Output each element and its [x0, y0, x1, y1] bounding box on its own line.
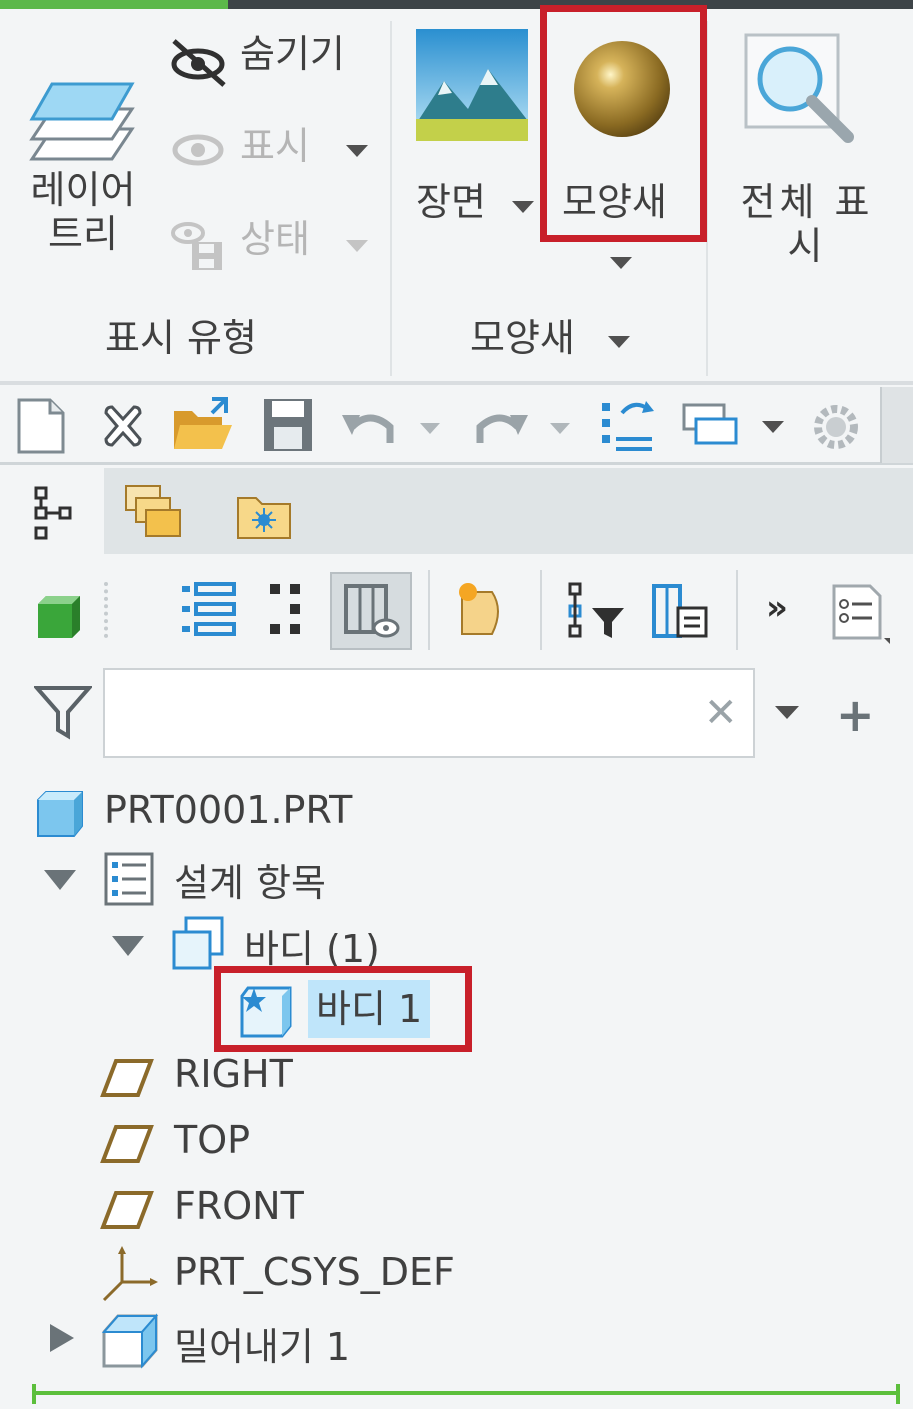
- expand-arrow-icon[interactable]: [112, 936, 144, 956]
- model-tree: PRT0001.PRT 설계 항목 바디 (1) 바디 1 RIGHT TOP …: [0, 770, 913, 1380]
- chevron-down-icon[interactable]: [762, 421, 784, 433]
- chevron-down-icon[interactable]: [346, 240, 368, 252]
- clear-search-icon[interactable]: ✕: [704, 690, 738, 736]
- show-label: 표시: [240, 124, 310, 168]
- tree-columns-icon[interactable]: [652, 584, 708, 640]
- tree-view-icon[interactable]: [268, 582, 304, 638]
- toolbar-separator: [736, 570, 738, 650]
- appearance-group-label: 모양새: [470, 316, 575, 360]
- scene-label: 장면: [416, 180, 486, 224]
- datum-plane-icon: [100, 1191, 154, 1229]
- add-filter-icon[interactable]: +: [836, 688, 875, 742]
- open-folder-icon[interactable]: [172, 397, 234, 453]
- show-button[interactable]: 표시: [168, 121, 378, 181]
- bodies-icon: [172, 916, 224, 970]
- tab-model-tree[interactable]: [0, 468, 104, 554]
- model-tree-toolbar: »: [0, 554, 913, 654]
- columns-button-active[interactable]: [330, 572, 412, 650]
- tab-folder-browser[interactable]: [124, 484, 184, 540]
- layer-tree-label: 레이어 트리: [30, 168, 136, 256]
- zoom-all-label: 전체 표 시: [740, 180, 874, 268]
- landscape-icon: [416, 29, 528, 141]
- layers-icon: [29, 82, 135, 161]
- chevron-down-icon[interactable]: [610, 257, 632, 269]
- settings-list-icon[interactable]: [830, 582, 890, 646]
- tree-item-design-items[interactable]: 설계 항목: [44, 850, 544, 908]
- expand-arrow-icon[interactable]: [44, 870, 76, 890]
- columns-icon: [344, 584, 400, 638]
- undo-icon[interactable]: [340, 405, 400, 449]
- collapse-arrow-icon[interactable]: [50, 1324, 74, 1352]
- chevron-down-icon[interactable]: [550, 423, 570, 434]
- quick-access-toolbar: [0, 385, 913, 465]
- splitter-end: [896, 1384, 900, 1404]
- datum-plane-icon: [100, 1059, 154, 1097]
- list-view-icon[interactable]: [180, 582, 236, 638]
- splitter-end: [32, 1384, 36, 1404]
- hide-label: 숨기기: [240, 32, 345, 76]
- tree-filter-icon[interactable]: [568, 582, 628, 640]
- tree-item-label: PRT0001.PRT: [104, 788, 353, 832]
- design-items-icon: [104, 852, 154, 906]
- tab-favorites[interactable]: [236, 492, 292, 540]
- display-group-label: 표시 유형: [105, 316, 257, 360]
- panel-splitter[interactable]: [34, 1391, 900, 1395]
- tree-item-csys[interactable]: PRT_CSYS_DEF: [100, 1246, 520, 1308]
- title-bar-accent: [0, 0, 228, 9]
- tree-item-label: 밀어내기 1: [174, 1325, 351, 1369]
- hide-eye-icon: [171, 39, 226, 87]
- ribbon-separator: [390, 21, 392, 376]
- toolbar-separator: [428, 570, 430, 650]
- datum-plane-icon: [100, 1125, 154, 1163]
- green-cube-icon[interactable]: [36, 594, 82, 640]
- search-input[interactable]: [103, 668, 755, 758]
- tree-item-label: 바디 (1): [244, 927, 380, 971]
- more-chevron-icon[interactable]: »: [766, 588, 788, 628]
- chevron-down-icon[interactable]: [420, 423, 440, 434]
- part-icon: [37, 791, 83, 837]
- save-status-icon: [171, 222, 222, 270]
- filter-icon[interactable]: [34, 684, 92, 740]
- tree-item-top-plane[interactable]: TOP: [100, 1116, 460, 1174]
- hide-button[interactable]: 숨기기: [168, 29, 378, 89]
- chevron-down-icon[interactable]: [346, 145, 368, 157]
- redo-icon[interactable]: [470, 405, 530, 449]
- tree-item-extrude-1[interactable]: 밀어내기 1: [50, 1312, 510, 1374]
- chevron-down-icon[interactable]: [608, 336, 630, 348]
- eye-icon: [172, 134, 224, 166]
- windows-icon[interactable]: [680, 401, 740, 451]
- layer-tree-button[interactable]: 레이어 트리: [10, 39, 150, 289]
- extrude-icon: [101, 1313, 159, 1369]
- highlight-box-appearance: [540, 5, 707, 242]
- tree-item-label: 설계 항목: [174, 861, 326, 905]
- regenerate-icon[interactable]: [598, 397, 656, 455]
- scene-button[interactable]: 장면: [410, 29, 540, 249]
- model-tree-icon: [34, 486, 72, 540]
- save-icon[interactable]: [262, 397, 314, 453]
- close-window-icon[interactable]: [100, 403, 146, 449]
- chevron-down-icon[interactable]: [775, 706, 799, 719]
- status-button[interactable]: 상태: [168, 214, 378, 274]
- toolbar-separator: [540, 570, 542, 650]
- tree-item-right-plane[interactable]: RIGHT: [100, 1050, 460, 1108]
- tree-item-part[interactable]: PRT0001.PRT: [36, 786, 536, 842]
- tree-item-label: FRONT: [174, 1184, 304, 1228]
- ribbon: 레이어 트리 숨기기 표시 상태 표시 유형 장면 모양새 모양새 전체 표 시: [0, 9, 913, 381]
- highlight-box-body-1: [214, 966, 472, 1052]
- tree-item-label: RIGHT: [174, 1052, 293, 1096]
- csys-icon: [102, 1246, 158, 1302]
- chevron-down-icon[interactable]: [512, 201, 534, 213]
- toolbar-overflow[interactable]: [880, 387, 913, 463]
- tree-item-front-plane[interactable]: FRONT: [100, 1182, 460, 1240]
- new-feature-icon[interactable]: [454, 580, 510, 640]
- status-label: 상태: [240, 217, 310, 261]
- magnifier-icon: [744, 33, 854, 143]
- tree-item-label: TOP: [174, 1118, 251, 1162]
- gear-icon[interactable]: [808, 399, 864, 455]
- grip-handle[interactable]: [104, 582, 110, 638]
- zoom-all-button[interactable]: 전체 표 시: [724, 29, 894, 289]
- new-file-icon[interactable]: [16, 397, 66, 455]
- tree-item-label: PRT_CSYS_DEF: [174, 1250, 455, 1294]
